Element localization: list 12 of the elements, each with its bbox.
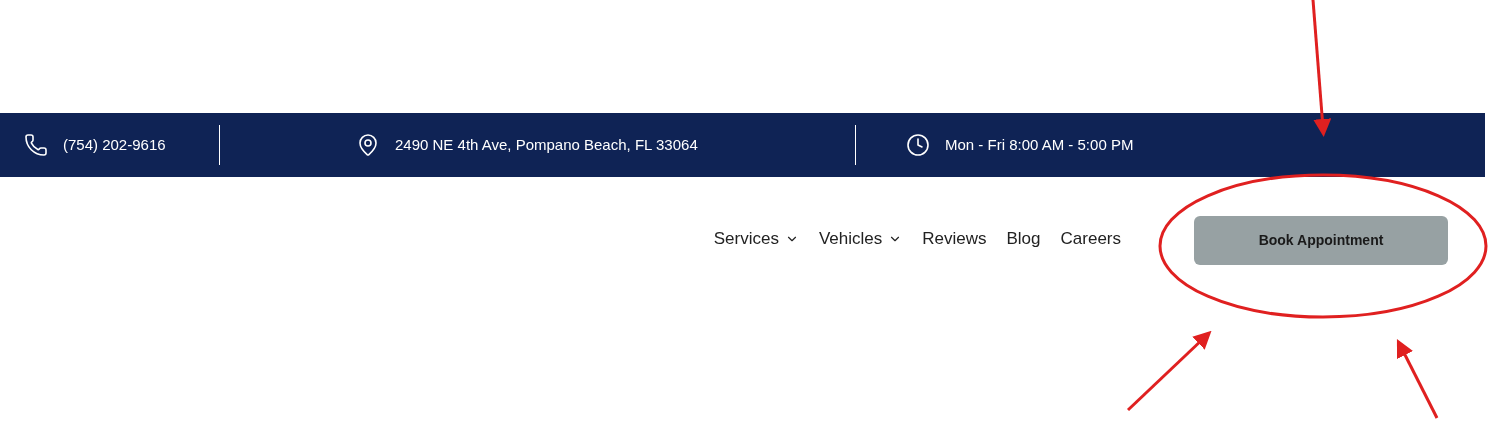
book-appointment-button[interactable]: Book Appointment: [1194, 215, 1448, 265]
nav-link[interactable]: Careers: [1060, 225, 1121, 252]
clock-icon: [906, 133, 930, 157]
info-text: (754) 202-9616: [63, 134, 166, 155]
nav-link[interactable]: Blog: [1006, 225, 1041, 252]
nav-link[interactable]: Services: [713, 225, 799, 252]
phone-icon: [24, 133, 48, 157]
location-pin-icon: [356, 133, 380, 157]
info-text: 2490 NE 4th Ave, Pompano Beach, FL 33064: [395, 134, 698, 155]
nav-link[interactable]: Reviews: [922, 225, 987, 252]
nav-link[interactable]: Vehicles: [818, 225, 903, 252]
info-text: Mon - Fri 8:00 AM - 5:00 PM: [945, 134, 1134, 155]
